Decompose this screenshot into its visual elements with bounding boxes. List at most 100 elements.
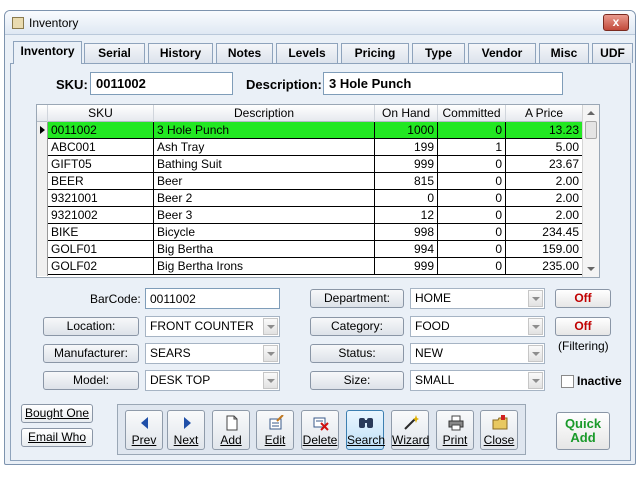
filtering-label: (Filtering)	[558, 339, 609, 353]
tab-notes[interactable]: Notes	[216, 43, 273, 63]
print-button[interactable]: Print	[436, 410, 474, 450]
cell-onhand: 815	[375, 173, 438, 189]
category-combo[interactable]: FOOD	[410, 316, 545, 337]
status-button[interactable]: Status:	[310, 344, 404, 363]
delete-button[interactable]: Delete	[301, 410, 339, 450]
model-dropdown[interactable]	[263, 372, 278, 389]
department-combo[interactable]: HOME	[410, 288, 545, 309]
table-row[interactable]: BEER Beer 815 0 2.00	[37, 173, 583, 190]
table-row[interactable]: GOLF01 Big Bertha 994 0 159.00	[37, 241, 583, 258]
manufacturer-combo[interactable]: SEARS	[145, 343, 280, 364]
cell-onhand: 999	[375, 156, 438, 172]
close-button[interactable]: Close	[480, 410, 518, 450]
sku-label: SKU:	[56, 77, 88, 92]
chevron-down-icon	[532, 297, 540, 301]
model-value: DESK TOP	[150, 373, 211, 387]
cell-onhand: 12	[375, 207, 438, 223]
model-button[interactable]: Model:	[43, 371, 139, 390]
tab-misc[interactable]: Misc	[539, 43, 589, 63]
cell-onhand: 0	[375, 190, 438, 206]
search-button[interactable]: Search	[346, 410, 385, 450]
col-header-sku[interactable]: SKU	[48, 105, 154, 122]
scroll-up-icon[interactable]	[587, 111, 595, 115]
cell-sku: BEER	[48, 173, 154, 189]
cell-committed: 0	[438, 173, 506, 189]
tab-pricing[interactable]: Pricing	[341, 43, 409, 63]
category-dropdown[interactable]	[528, 318, 543, 335]
cell-price: 159.00	[506, 241, 583, 257]
description-input[interactable]: 3 Hole Punch	[323, 72, 563, 95]
cell-sku: ABC001	[48, 139, 154, 155]
manufacturer-dropdown[interactable]	[263, 345, 278, 362]
table-row[interactable]: BIKE Bicycle 998 0 234.45	[37, 224, 583, 241]
cell-committed: 1	[438, 139, 506, 155]
cell-price: 235.00	[506, 258, 583, 274]
quick-add-button[interactable]: Quick Add	[556, 412, 610, 450]
barcode-input[interactable]: 0011002	[145, 288, 280, 309]
next-button[interactable]: Next	[167, 410, 205, 450]
col-header-onhand[interactable]: On Hand	[375, 105, 438, 122]
col-header-aprice[interactable]: A Price	[506, 105, 583, 122]
location-combo[interactable]: FRONT COUNTER	[145, 316, 280, 337]
next-label: Next	[173, 433, 199, 447]
table-row[interactable]: GIFT05 Bathing Suit 999 0 23.67	[37, 156, 583, 173]
cell-desc: Beer 2	[154, 190, 375, 206]
table-row[interactable]: 9321002 Beer 3 12 0 2.00	[37, 207, 583, 224]
window-close-button[interactable]: x	[603, 14, 629, 31]
arrow-left-icon	[141, 417, 148, 429]
email-who-label: Email Who	[27, 430, 86, 444]
size-dropdown[interactable]	[528, 372, 543, 389]
scroll-down-icon[interactable]	[587, 267, 595, 271]
cell-sku: GIFT05	[48, 156, 154, 172]
tab-udf[interactable]: UDF	[592, 43, 633, 63]
category-filter-off-button[interactable]: Off	[555, 317, 611, 336]
tab-type[interactable]: Type	[412, 43, 465, 63]
cell-desc: Big Bertha Irons	[154, 258, 375, 274]
grid-vertical-scrollbar[interactable]	[582, 105, 599, 277]
arrow-right-icon	[184, 417, 191, 429]
bought-one-button[interactable]: Bought One	[21, 404, 93, 423]
location-dropdown[interactable]	[263, 318, 278, 335]
folder-close-icon	[492, 415, 508, 430]
size-value: SMALL	[415, 373, 455, 387]
inventory-grid[interactable]: SKU Description On Hand Committed A Pric…	[36, 104, 600, 278]
location-button[interactable]: Location:	[43, 317, 139, 336]
col-header-committed[interactable]: Committed	[438, 105, 506, 122]
cell-committed: 0	[438, 224, 506, 240]
prev-button[interactable]: Prev	[125, 410, 163, 450]
table-row[interactable]: ABC001 Ash Tray 199 1 5.00	[37, 139, 583, 156]
department-filter-off-button[interactable]: Off	[555, 289, 611, 308]
tab-serial[interactable]: Serial	[84, 43, 145, 63]
status-combo[interactable]: NEW	[410, 343, 545, 364]
email-who-button[interactable]: Email Who	[21, 428, 93, 447]
quick-add-line2: Add	[570, 430, 596, 445]
grid-header: SKU Description On Hand Committed A Pric…	[37, 105, 599, 122]
edit-button[interactable]: Edit	[256, 410, 294, 450]
sku-input[interactable]: 0011002	[90, 72, 233, 95]
category-button[interactable]: Category:	[310, 317, 404, 336]
model-combo[interactable]: DESK TOP	[145, 370, 280, 391]
size-button[interactable]: Size:	[310, 371, 404, 390]
status-dropdown[interactable]	[528, 345, 543, 362]
wizard-button[interactable]: Wizard	[391, 410, 429, 450]
binoculars-icon	[359, 418, 373, 428]
department-dropdown[interactable]	[528, 290, 543, 307]
manufacturer-button[interactable]: Manufacturer:	[43, 344, 139, 363]
table-row[interactable]: 9321001 Beer 2 0 0 2.00	[37, 190, 583, 207]
cell-desc: Ash Tray	[154, 139, 375, 155]
tab-vendor[interactable]: Vendor	[468, 43, 536, 63]
tab-inventory[interactable]: Inventory	[13, 41, 82, 64]
tab-history[interactable]: History	[148, 43, 213, 63]
edit-label: Edit	[264, 433, 286, 447]
table-row[interactable]: 0011002 3 Hole Punch 1000 0 13.23	[37, 122, 583, 139]
chevron-down-icon	[267, 379, 275, 383]
table-row[interactable]: GOLF02 Big Bertha Irons 999 0 235.00	[37, 258, 583, 275]
department-button[interactable]: Department:	[310, 289, 404, 308]
tab-levels[interactable]: Levels	[276, 43, 338, 63]
size-combo[interactable]: SMALL	[410, 370, 545, 391]
add-button[interactable]: Add	[212, 410, 250, 450]
inactive-checkbox[interactable]	[561, 375, 574, 388]
col-header-description[interactable]: Description	[154, 105, 375, 122]
scroll-thumb[interactable]	[585, 121, 597, 139]
category-value: FOOD	[415, 319, 450, 333]
